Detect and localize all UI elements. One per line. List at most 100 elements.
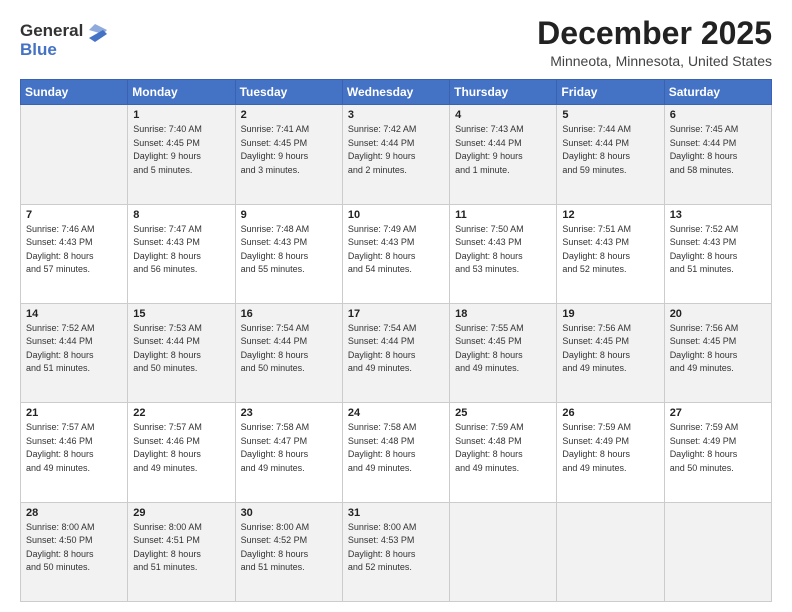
day-number: 23 [241, 407, 337, 419]
table-row: 17 Sunrise: 7:54 AMSunset: 4:44 PMDaylig… [342, 303, 449, 402]
calendar-week-row: 21 Sunrise: 7:57 AMSunset: 4:46 PMDaylig… [21, 403, 772, 502]
calendar-week-row: 28 Sunrise: 8:00 AMSunset: 4:50 PMDaylig… [21, 502, 772, 601]
col-monday: Monday [128, 80, 235, 105]
day-info: Sunrise: 7:51 AMSunset: 4:43 PMDaylight:… [562, 224, 631, 275]
day-info: Sunrise: 7:54 AMSunset: 4:44 PMDaylight:… [348, 323, 417, 374]
day-number: 2 [241, 109, 337, 121]
table-row: 10 Sunrise: 7:49 AMSunset: 4:43 PMDaylig… [342, 204, 449, 303]
calendar-header-row: Sunday Monday Tuesday Wednesday Thursday… [21, 80, 772, 105]
day-info: Sunrise: 7:57 AMSunset: 4:46 PMDaylight:… [26, 422, 95, 473]
day-number: 25 [455, 407, 551, 419]
calendar-week-row: 7 Sunrise: 7:46 AMSunset: 4:43 PMDayligh… [21, 204, 772, 303]
table-row: 7 Sunrise: 7:46 AMSunset: 4:43 PMDayligh… [21, 204, 128, 303]
table-row: 3 Sunrise: 7:42 AMSunset: 4:44 PMDayligh… [342, 105, 449, 204]
table-row: 8 Sunrise: 7:47 AMSunset: 4:43 PMDayligh… [128, 204, 235, 303]
day-info: Sunrise: 7:58 AMSunset: 4:47 PMDaylight:… [241, 422, 310, 473]
day-number: 3 [348, 109, 444, 121]
calendar-table: Sunday Monday Tuesday Wednesday Thursday… [20, 79, 772, 602]
table-row [664, 502, 771, 601]
day-number: 8 [133, 209, 229, 221]
day-number: 27 [670, 407, 766, 419]
day-number: 9 [241, 209, 337, 221]
header: General Blue December 2025 Minneota, Min… [20, 16, 772, 69]
table-row: 27 Sunrise: 7:59 AMSunset: 4:49 PMDaylig… [664, 403, 771, 502]
table-row: 9 Sunrise: 7:48 AMSunset: 4:43 PMDayligh… [235, 204, 342, 303]
day-info: Sunrise: 7:45 AMSunset: 4:44 PMDaylight:… [670, 124, 739, 175]
day-info: Sunrise: 7:42 AMSunset: 4:44 PMDaylight:… [348, 124, 417, 175]
day-number: 14 [26, 308, 122, 320]
title-block: December 2025 Minneota, Minnesota, Unite… [537, 16, 772, 69]
table-row: 30 Sunrise: 8:00 AMSunset: 4:52 PMDaylig… [235, 502, 342, 601]
table-row: 16 Sunrise: 7:54 AMSunset: 4:44 PMDaylig… [235, 303, 342, 402]
day-number: 5 [562, 109, 658, 121]
calendar-week-row: 14 Sunrise: 7:52 AMSunset: 4:44 PMDaylig… [21, 303, 772, 402]
day-info: Sunrise: 7:50 AMSunset: 4:43 PMDaylight:… [455, 224, 524, 275]
logo-icon [85, 20, 107, 42]
day-info: Sunrise: 7:44 AMSunset: 4:44 PMDaylight:… [562, 124, 631, 175]
day-info: Sunrise: 8:00 AMSunset: 4:50 PMDaylight:… [26, 522, 95, 573]
col-thursday: Thursday [450, 80, 557, 105]
table-row: 11 Sunrise: 7:50 AMSunset: 4:43 PMDaylig… [450, 204, 557, 303]
day-info: Sunrise: 7:56 AMSunset: 4:45 PMDaylight:… [670, 323, 739, 374]
table-row: 21 Sunrise: 7:57 AMSunset: 4:46 PMDaylig… [21, 403, 128, 502]
day-number: 24 [348, 407, 444, 419]
table-row [450, 502, 557, 601]
day-info: Sunrise: 8:00 AMSunset: 4:53 PMDaylight:… [348, 522, 417, 573]
table-row: 13 Sunrise: 7:52 AMSunset: 4:43 PMDaylig… [664, 204, 771, 303]
table-row: 25 Sunrise: 7:59 AMSunset: 4:48 PMDaylig… [450, 403, 557, 502]
day-info: Sunrise: 7:57 AMSunset: 4:46 PMDaylight:… [133, 422, 202, 473]
table-row [21, 105, 128, 204]
day-info: Sunrise: 7:59 AMSunset: 4:49 PMDaylight:… [670, 422, 739, 473]
logo-general: General [20, 21, 83, 41]
day-number: 31 [348, 507, 444, 519]
day-info: Sunrise: 7:47 AMSunset: 4:43 PMDaylight:… [133, 224, 202, 275]
day-number: 13 [670, 209, 766, 221]
day-info: Sunrise: 7:59 AMSunset: 4:49 PMDaylight:… [562, 422, 631, 473]
table-row: 20 Sunrise: 7:56 AMSunset: 4:45 PMDaylig… [664, 303, 771, 402]
day-number: 7 [26, 209, 122, 221]
day-info: Sunrise: 7:54 AMSunset: 4:44 PMDaylight:… [241, 323, 310, 374]
table-row: 4 Sunrise: 7:43 AMSunset: 4:44 PMDayligh… [450, 105, 557, 204]
table-row: 15 Sunrise: 7:53 AMSunset: 4:44 PMDaylig… [128, 303, 235, 402]
day-info: Sunrise: 7:41 AMSunset: 4:45 PMDaylight:… [241, 124, 310, 175]
calendar-subtitle: Minneota, Minnesota, United States [537, 53, 772, 69]
table-row: 31 Sunrise: 8:00 AMSunset: 4:53 PMDaylig… [342, 502, 449, 601]
logo-text-general: General [20, 20, 107, 42]
table-row: 26 Sunrise: 7:59 AMSunset: 4:49 PMDaylig… [557, 403, 664, 502]
day-number: 19 [562, 308, 658, 320]
table-row: 19 Sunrise: 7:56 AMSunset: 4:45 PMDaylig… [557, 303, 664, 402]
table-row: 29 Sunrise: 8:00 AMSunset: 4:51 PMDaylig… [128, 502, 235, 601]
day-info: Sunrise: 7:43 AMSunset: 4:44 PMDaylight:… [455, 124, 524, 175]
table-row: 23 Sunrise: 7:58 AMSunset: 4:47 PMDaylig… [235, 403, 342, 502]
day-number: 20 [670, 308, 766, 320]
day-number: 12 [562, 209, 658, 221]
day-info: Sunrise: 7:49 AMSunset: 4:43 PMDaylight:… [348, 224, 417, 275]
day-number: 11 [455, 209, 551, 221]
day-info: Sunrise: 7:40 AMSunset: 4:45 PMDaylight:… [133, 124, 202, 175]
day-info: Sunrise: 7:56 AMSunset: 4:45 PMDaylight:… [562, 323, 631, 374]
day-info: Sunrise: 7:59 AMSunset: 4:48 PMDaylight:… [455, 422, 524, 473]
table-row: 14 Sunrise: 7:52 AMSunset: 4:44 PMDaylig… [21, 303, 128, 402]
col-tuesday: Tuesday [235, 80, 342, 105]
table-row: 28 Sunrise: 8:00 AMSunset: 4:50 PMDaylig… [21, 502, 128, 601]
table-row: 12 Sunrise: 7:51 AMSunset: 4:43 PMDaylig… [557, 204, 664, 303]
table-row: 5 Sunrise: 7:44 AMSunset: 4:44 PMDayligh… [557, 105, 664, 204]
day-info: Sunrise: 7:46 AMSunset: 4:43 PMDaylight:… [26, 224, 95, 275]
col-sunday: Sunday [21, 80, 128, 105]
table-row: 6 Sunrise: 7:45 AMSunset: 4:44 PMDayligh… [664, 105, 771, 204]
col-friday: Friday [557, 80, 664, 105]
col-saturday: Saturday [664, 80, 771, 105]
day-info: Sunrise: 7:53 AMSunset: 4:44 PMDaylight:… [133, 323, 202, 374]
day-number: 29 [133, 507, 229, 519]
logo-text-blue: Blue [20, 40, 107, 60]
table-row [557, 502, 664, 601]
table-row: 2 Sunrise: 7:41 AMSunset: 4:45 PMDayligh… [235, 105, 342, 204]
day-number: 26 [562, 407, 658, 419]
day-info: Sunrise: 7:48 AMSunset: 4:43 PMDaylight:… [241, 224, 310, 275]
day-info: Sunrise: 8:00 AMSunset: 4:51 PMDaylight:… [133, 522, 202, 573]
day-number: 22 [133, 407, 229, 419]
day-number: 18 [455, 308, 551, 320]
day-number: 21 [26, 407, 122, 419]
day-info: Sunrise: 7:52 AMSunset: 4:43 PMDaylight:… [670, 224, 739, 275]
day-info: Sunrise: 7:55 AMSunset: 4:45 PMDaylight:… [455, 323, 524, 374]
